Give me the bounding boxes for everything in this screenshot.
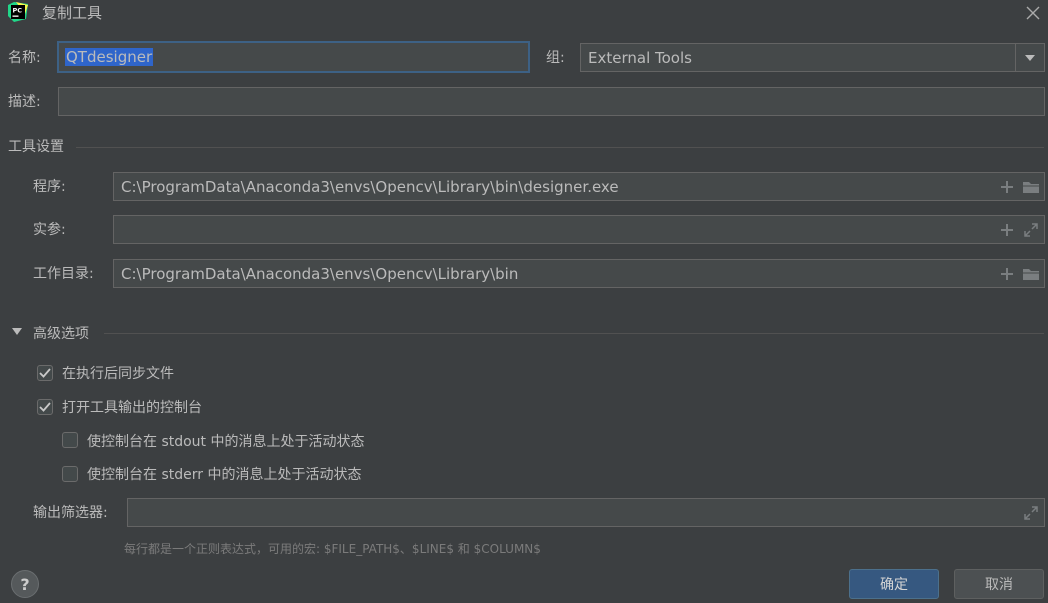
name-input[interactable]: QTdesigner [57, 41, 530, 73]
ok-button[interactable]: 确定 [849, 569, 939, 599]
program-value: C:\ProgramData\Anaconda3\envs\Opencv\Lib… [121, 177, 619, 196]
expand-icon [1024, 505, 1038, 520]
open-console-label: 打开工具输出的控制台 [62, 400, 202, 416]
output-filter-expand-button[interactable] [1020, 502, 1042, 524]
description-label: 描述: [8, 94, 41, 110]
advanced-toggle[interactable]: 高级选项 [10, 324, 100, 344]
plus-icon [1001, 267, 1013, 280]
window-title: 复制工具 [42, 4, 103, 22]
workdir-browse-button[interactable] [1020, 263, 1042, 285]
program-label: 程序: [33, 179, 66, 195]
close-icon[interactable] [1024, 4, 1042, 22]
program-input[interactable]: C:\ProgramData\Anaconda3\envs\Opencv\Lib… [113, 172, 1045, 201]
checkmark-icon [39, 402, 51, 412]
title-bar: PC 复制工具 [0, 0, 1048, 26]
program-browse-button[interactable] [1020, 176, 1042, 198]
folder-icon [1023, 268, 1039, 280]
stdout-active-label: 使控制台在 stdout 中的消息上处于活动状态 [87, 434, 365, 450]
arguments-input[interactable] [113, 215, 1045, 244]
name-input-value: QTdesigner [65, 48, 154, 66]
output-filter-hint: 每行都是一个正则表达式，可用的宏: $FILE_PATH$、$LINE$ 和 $… [124, 542, 541, 556]
plus-icon [1001, 223, 1013, 236]
name-label: 名称: [8, 50, 41, 66]
triangle-down-icon [12, 328, 22, 335]
group-select[interactable]: External Tools [580, 43, 1045, 72]
arguments-label: 实参: [33, 222, 66, 238]
workdir-input[interactable]: C:\ProgramData\Anaconda3\envs\Opencv\Lib… [113, 259, 1045, 288]
advanced-title: 高级选项 [33, 326, 89, 342]
open-console-checkbox[interactable] [37, 399, 53, 415]
cancel-button-label: 取消 [985, 577, 1013, 593]
advanced-divider [104, 333, 1044, 334]
group-label: 组: [546, 50, 565, 66]
checkmark-icon [39, 368, 51, 378]
sync-files-label: 在执行后同步文件 [62, 366, 174, 382]
stderr-active-checkbox[interactable] [62, 466, 78, 482]
group-select-value: External Tools [588, 48, 692, 67]
help-button[interactable]: ? [11, 570, 39, 598]
cancel-button[interactable]: 取消 [954, 569, 1044, 599]
stdout-active-checkbox[interactable] [62, 432, 78, 448]
stderr-active-label: 使控制台在 stderr 中的消息上处于活动状态 [87, 467, 362, 483]
folder-icon [1023, 181, 1039, 193]
tool-settings-title: 工具设置 [8, 139, 64, 155]
plus-icon [1001, 180, 1013, 193]
output-filter-input[interactable] [127, 498, 1045, 527]
sync-files-checkbox[interactable] [37, 365, 53, 381]
arguments-expand-button[interactable] [1020, 219, 1042, 241]
output-filter-label: 输出筛选器: [33, 505, 108, 521]
expand-icon [1024, 222, 1038, 237]
chevron-down-icon [1025, 54, 1035, 61]
group-dropdown-button[interactable] [1015, 44, 1044, 71]
help-icon: ? [20, 574, 30, 594]
tool-settings-divider [76, 147, 1044, 148]
workdir-value: C:\ProgramData\Anaconda3\envs\Opencv\Lib… [121, 264, 519, 283]
workdir-label: 工作目录: [33, 266, 94, 282]
program-add-button[interactable] [996, 176, 1018, 198]
ok-button-label: 确定 [880, 577, 908, 593]
workdir-add-button[interactable] [996, 263, 1018, 285]
svg-text:PC: PC [13, 7, 23, 15]
description-input[interactable] [58, 87, 1045, 116]
arguments-add-button[interactable] [996, 219, 1018, 241]
pycharm-logo-icon: PC [8, 2, 28, 22]
